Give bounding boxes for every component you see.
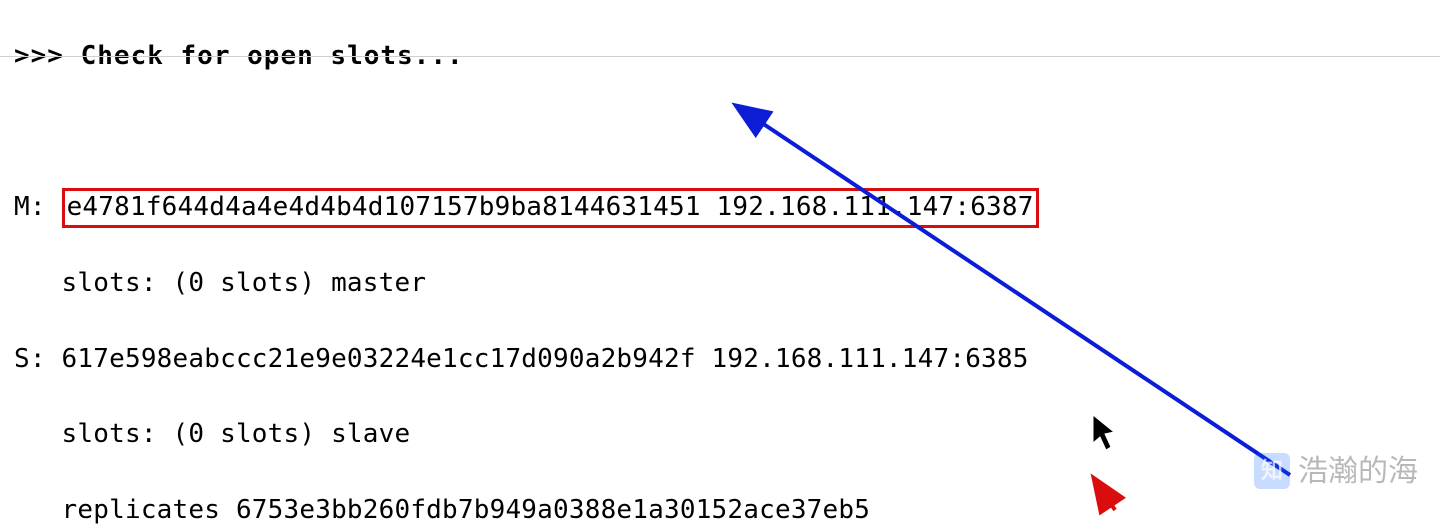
terminal-output: >>> Check for open slots... M: e4781f644… bbox=[0, 0, 1440, 527]
master-hash-address-box: e4781f644d4a4e4d4b4d107157b9ba8144631451… bbox=[62, 188, 1039, 227]
master-prefix: M: bbox=[14, 192, 62, 222]
separator-line bbox=[0, 56, 1440, 57]
master-node-line: M: e4781f644d4a4e4d4b4d107157b9ba8144631… bbox=[14, 188, 1430, 227]
slave-node-line: S: 617e598eabccc21e9e03224e1cc17d090a2b9… bbox=[14, 341, 1430, 379]
blank-line bbox=[14, 113, 1430, 151]
slave-slots-line: slots: (0 slots) slave bbox=[14, 416, 1430, 454]
replicates-line: replicates 6753e3bb260fdb7b949a0388e1a30… bbox=[14, 492, 1430, 527]
master-slots-line: slots: (0 slots) master bbox=[14, 265, 1430, 303]
